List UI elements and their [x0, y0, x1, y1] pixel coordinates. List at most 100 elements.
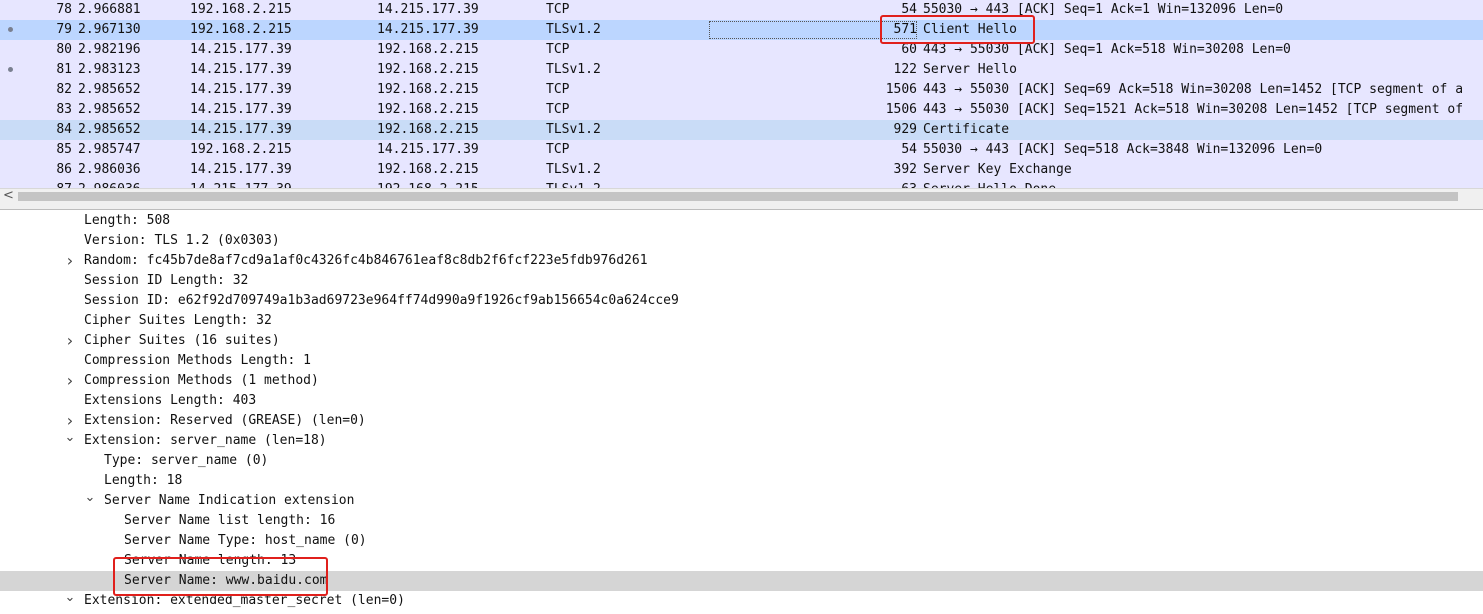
packet-info: Server Key Exchange — [923, 162, 1072, 177]
packet-row[interactable]: 78 2.966881 192.168.2.215 14.215.177.39 TCP 5… — [0, 0, 1483, 20]
detail-row[interactable]: Version: TLS 1.2 (0x0303) — [0, 231, 1483, 251]
packet-row[interactable]: 85 2.985747 192.168.2.215 14.215.177.39 TCP 5… — [0, 140, 1483, 160]
detail-row[interactable]: ⌄ Server Name Indication extension — [0, 491, 1483, 511]
packet-protocol: TCP — [546, 42, 570, 57]
detail-row[interactable]: Session ID: e62f92d709749a1b3ad69723e964… — [0, 291, 1483, 311]
packet-destination: 192.168.2.215 — [377, 62, 479, 77]
related-packet-dot-icon — [8, 27, 13, 32]
packet-length: 929 — [893, 122, 917, 137]
chevron-right-icon[interactable]: › — [64, 371, 76, 391]
packet-source: 192.168.2.215 — [190, 2, 292, 17]
detail-field-text: Server Name Type: host_name (0) — [124, 533, 367, 548]
packet-protocol: TLSv1.2 — [546, 180, 601, 188]
packet-details-tree[interactable]: Length: 508 Version: TLS 1.2 (0x0303) › Ran… — [0, 211, 1483, 614]
chevron-right-icon[interactable]: › — [64, 411, 76, 431]
packet-row[interactable]: 83 2.985652 14.215.177.39 192.168.2.215 TCP 1… — [0, 100, 1483, 120]
detail-row[interactable]: Length: 508 — [0, 211, 1483, 231]
detail-field-text: Extension: server_name (len=18) — [84, 433, 327, 448]
detail-row[interactable]: › Random: fc45b7de8af7cd9a1af0c4326fc4b84… — [0, 251, 1483, 271]
packet-time: 2.967130 — [78, 22, 141, 37]
detail-row[interactable]: Type: server_name (0) — [0, 451, 1483, 471]
packet-time: 2.985652 — [78, 102, 141, 117]
packet-protocol: TCP — [546, 2, 570, 17]
packet-source: 14.215.177.39 — [190, 180, 292, 188]
detail-row[interactable]: Cipher Suites Length: 32 — [0, 311, 1483, 331]
chevron-down-icon[interactable]: ⌄ — [64, 591, 76, 605]
detail-field-text: Cipher Suites Length: 32 — [84, 313, 272, 328]
packet-destination: 192.168.2.215 — [377, 162, 479, 177]
packet-time: 2.985652 — [78, 122, 141, 137]
packet-source: 14.215.177.39 — [190, 102, 292, 117]
detail-field-text: Extension: Reserved (GREASE) (len=0) — [84, 413, 366, 428]
detail-field-text: Length: 18 — [104, 473, 183, 488]
chevron-right-icon[interactable]: › — [64, 251, 76, 271]
detail-field-text: Random: fc45b7de8af7cd9a1af0c4326fc4b846… — [84, 253, 648, 268]
detail-row[interactable]: Session ID Length: 32 — [0, 271, 1483, 291]
packet-destination: 192.168.2.215 — [377, 42, 479, 57]
packet-protocol: TCP — [546, 102, 570, 117]
packet-list[interactable]: 78 2.966881 192.168.2.215 14.215.177.39 TCP 5… — [0, 0, 1483, 188]
detail-field-text: Type: server_name (0) — [104, 453, 269, 468]
packet-row[interactable]: 84 2.985652 14.215.177.39 192.168.2.215 TLSv… — [0, 120, 1483, 140]
chevron-down-icon[interactable]: ⌄ — [64, 431, 76, 445]
packet-destination: 192.168.2.215 — [377, 180, 479, 188]
packet-info: Server Hello Done — [923, 180, 1056, 188]
packet-row[interactable]: 87 2.986036 14.215.177.39 192.168.2.215 TLSv… — [0, 180, 1483, 188]
detail-row[interactable]: › Compression Methods (1 method) — [0, 371, 1483, 391]
chevron-right-icon[interactable]: › — [64, 331, 76, 351]
packet-source: 14.215.177.39 — [190, 162, 292, 177]
packet-length: 63 — [860, 180, 917, 188]
scrollbar-thumb[interactable] — [18, 192, 1458, 201]
packet-time: 2.983123 — [78, 62, 141, 77]
packet-destination: 192.168.2.215 — [377, 102, 479, 117]
packet-row[interactable]: 82 2.985652 14.215.177.39 192.168.2.215 TCP 1… — [0, 80, 1483, 100]
packet-source: 192.168.2.215 — [190, 142, 292, 157]
packet-number: 86 — [56, 162, 72, 177]
detail-field-text: Cipher Suites (16 suites) — [84, 333, 280, 348]
detail-field-text: Version: TLS 1.2 (0x0303) — [84, 233, 280, 248]
packet-number: 87 — [40, 180, 72, 188]
packet-length: 122 — [893, 62, 917, 77]
detail-field-text: Server Name list length: 16 — [124, 513, 336, 528]
annotation-box-client-hello — [880, 15, 1035, 44]
packet-row[interactable]: 80 2.982196 14.215.177.39 192.168.2.215 TCP 6… — [0, 40, 1483, 60]
chevron-down-icon[interactable]: ⌄ — [84, 491, 96, 505]
detail-row[interactable]: Server Name Type: host_name (0) — [0, 531, 1483, 551]
packet-number: 83 — [56, 102, 72, 117]
detail-row[interactable]: Extensions Length: 403 — [0, 391, 1483, 411]
packet-row[interactable]: 81 2.983123 14.215.177.39 192.168.2.215 TLSv… — [0, 60, 1483, 80]
packet-protocol: TLSv1.2 — [546, 162, 601, 177]
packet-row[interactable]: 86 2.986036 14.215.177.39 192.168.2.215 TLSv… — [0, 160, 1483, 180]
packet-number: 79 — [56, 22, 72, 37]
detail-row[interactable]: › Cipher Suites (16 suites) — [0, 331, 1483, 351]
packet-time: 2.985747 — [78, 142, 141, 157]
packet-length: 1506 — [885, 82, 917, 97]
detail-field-text: Extensions Length: 403 — [84, 393, 257, 408]
detail-field-text: Length: 508 — [84, 213, 171, 228]
detail-row[interactable]: › Extension: Reserved (GREASE) (len=0) — [0, 411, 1483, 431]
scroll-left-arrow-icon[interactable]: < — [3, 188, 14, 203]
packet-list-horizontal-scrollbar[interactable]: < — [0, 188, 1483, 204]
detail-row[interactable]: ⌄ Extension: server_name (len=18) — [0, 431, 1483, 451]
packet-protocol: TCP — [546, 142, 570, 157]
detail-field-text: Session ID Length: 32 — [84, 273, 249, 288]
detail-row[interactable]: Length: 18 — [0, 471, 1483, 491]
packet-protocol: TLSv1.2 — [546, 62, 601, 77]
packet-source: 14.215.177.39 — [190, 42, 292, 57]
packet-length: 1506 — [885, 102, 917, 117]
packet-time: 2.986036 — [78, 180, 141, 188]
packet-destination: 192.168.2.215 — [377, 122, 479, 137]
pane-splitter[interactable] — [0, 204, 1483, 210]
detail-field-text: Compression Methods (1 method) — [84, 373, 319, 388]
packet-source: 14.215.177.39 — [190, 62, 292, 77]
detail-row[interactable]: Server Name list length: 16 — [0, 511, 1483, 531]
packet-info: 443 → 55030 [ACK] Seq=1521 Ack=518 Win=3… — [923, 102, 1464, 117]
packet-number: 85 — [56, 142, 72, 157]
packet-protocol: TLSv1.2 — [546, 22, 601, 37]
detail-row[interactable]: Compression Methods Length: 1 — [0, 351, 1483, 371]
packet-time: 2.986036 — [78, 162, 141, 177]
packet-source: 14.215.177.39 — [190, 122, 292, 137]
detail-field-text: Compression Methods Length: 1 — [84, 353, 311, 368]
packet-length: 392 — [893, 162, 917, 177]
packet-info: Server Hello — [923, 62, 1017, 77]
